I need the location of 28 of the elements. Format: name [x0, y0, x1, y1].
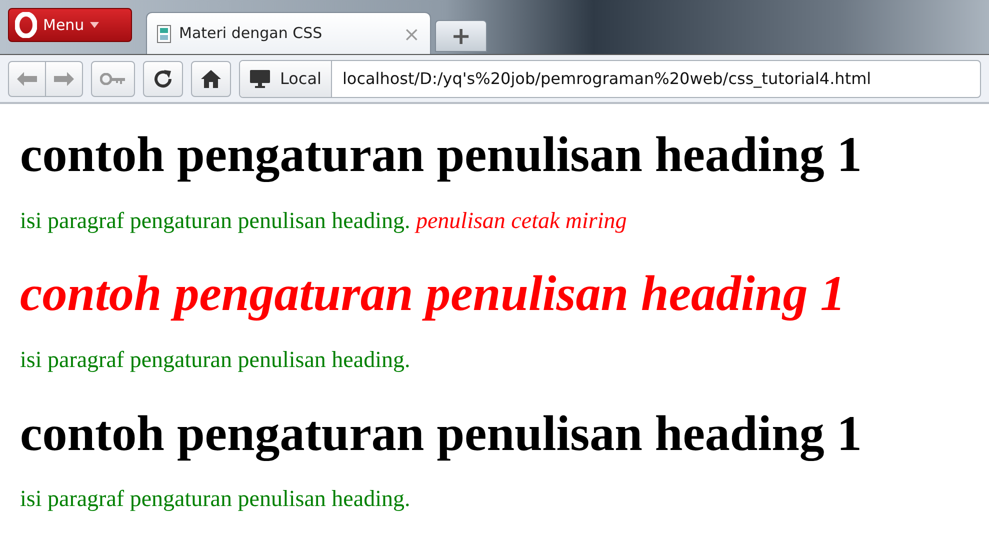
- forward-icon: [54, 72, 74, 86]
- reload-button[interactable]: [143, 60, 183, 96]
- address-bar[interactable]: Local localhost/D:/yq's%20job/pemrograman%20web/css_tutorial4.html: [239, 60, 981, 98]
- page-heading: contoh pengaturan penulisan heading 1: [20, 265, 846, 323]
- key-button[interactable]: [91, 60, 135, 96]
- security-badge[interactable]: Local: [240, 60, 332, 96]
- key-icon: [100, 72, 126, 84]
- browser-tab[interactable]: Materi dengan CSS ×: [146, 12, 431, 54]
- home-button[interactable]: [191, 60, 231, 96]
- home-icon: [200, 68, 222, 88]
- logo-icon: [15, 12, 37, 38]
- new-tab-button[interactable]: +: [435, 20, 487, 52]
- tab-title: Materi dengan CSS: [179, 23, 324, 44]
- page-icon: [157, 24, 171, 42]
- paragraph: isi paragraf pengaturan penulisan heading.: [20, 346, 410, 374]
- paragraph: isi paragraf pengaturan penulisan heading.: [20, 485, 410, 514]
- security-label: Local: [280, 68, 322, 90]
- page-heading: contoh pengaturan penulisan heading 1: [20, 126, 862, 184]
- monitor-icon: [250, 70, 270, 88]
- page-heading: contoh pengaturan penulisan heading 1: [20, 404, 862, 462]
- forward-button[interactable]: [46, 60, 83, 96]
- back-icon: [17, 72, 37, 86]
- paragraph: isi paragraf pengaturan penulisan heading. penulisan cetak miring: [20, 206, 627, 235]
- menu-button[interactable]: Menu: [8, 8, 132, 42]
- reload-icon: [152, 68, 174, 90]
- url-text: localhost/D:/yq's%20job/pemrograman%20web/css_tutorial4.html: [341, 68, 872, 90]
- back-button[interactable]: [8, 60, 46, 96]
- caret-icon: [90, 22, 100, 28]
